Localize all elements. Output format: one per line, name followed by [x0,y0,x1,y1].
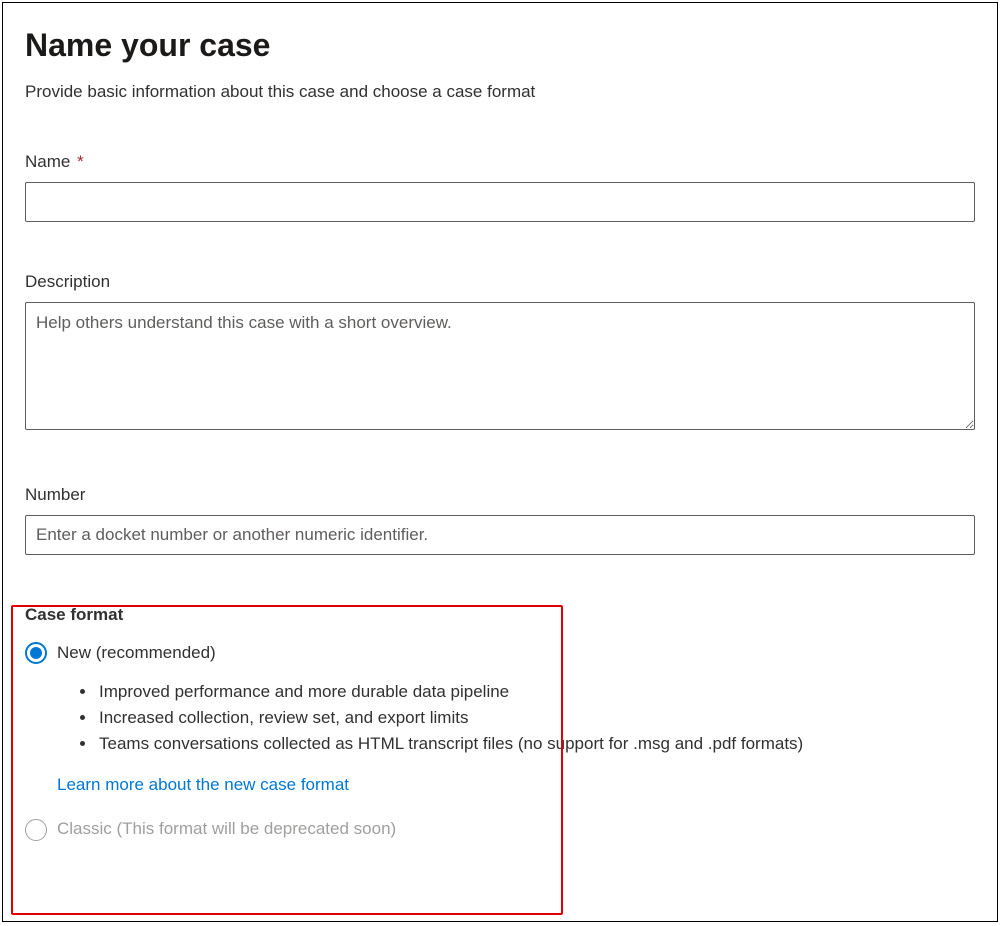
radio-option-classic[interactable]: Classic (This format will be deprecated … [25,817,975,841]
name-field-group: Name * [25,152,975,222]
name-label-text: Name [25,152,70,171]
number-input[interactable] [25,515,975,555]
radio-icon [25,642,47,664]
description-label: Description [25,272,975,292]
case-format-label: Case format [25,605,975,625]
feature-item: Increased collection, review set, and ex… [97,705,975,731]
radio-label-classic: Classic (This format will be deprecated … [57,817,396,841]
radio-icon [25,819,47,841]
description-textarea[interactable] [25,302,975,430]
page-title: Name your case [25,27,975,64]
page-subtitle: Provide basic information about this cas… [25,82,975,102]
name-your-case-panel: Name your case Provide basic information… [2,2,998,922]
learn-more-link[interactable]: Learn more about the new case format [57,775,349,795]
number-label: Number [25,485,975,505]
feature-item: Teams conversations collected as HTML tr… [97,731,975,757]
description-field-group: Description [25,272,975,435]
radio-label-new: New (recommended) [57,641,216,665]
name-label: Name * [25,152,975,172]
radio-option-new[interactable]: New (recommended) [25,641,975,665]
case-format-group: Case format New (recommended) Improved p… [25,605,975,841]
new-format-features: Improved performance and more durable da… [97,679,975,757]
name-input[interactable] [25,182,975,222]
required-indicator: * [77,152,84,171]
feature-item: Improved performance and more durable da… [97,679,975,705]
number-field-group: Number [25,485,975,555]
